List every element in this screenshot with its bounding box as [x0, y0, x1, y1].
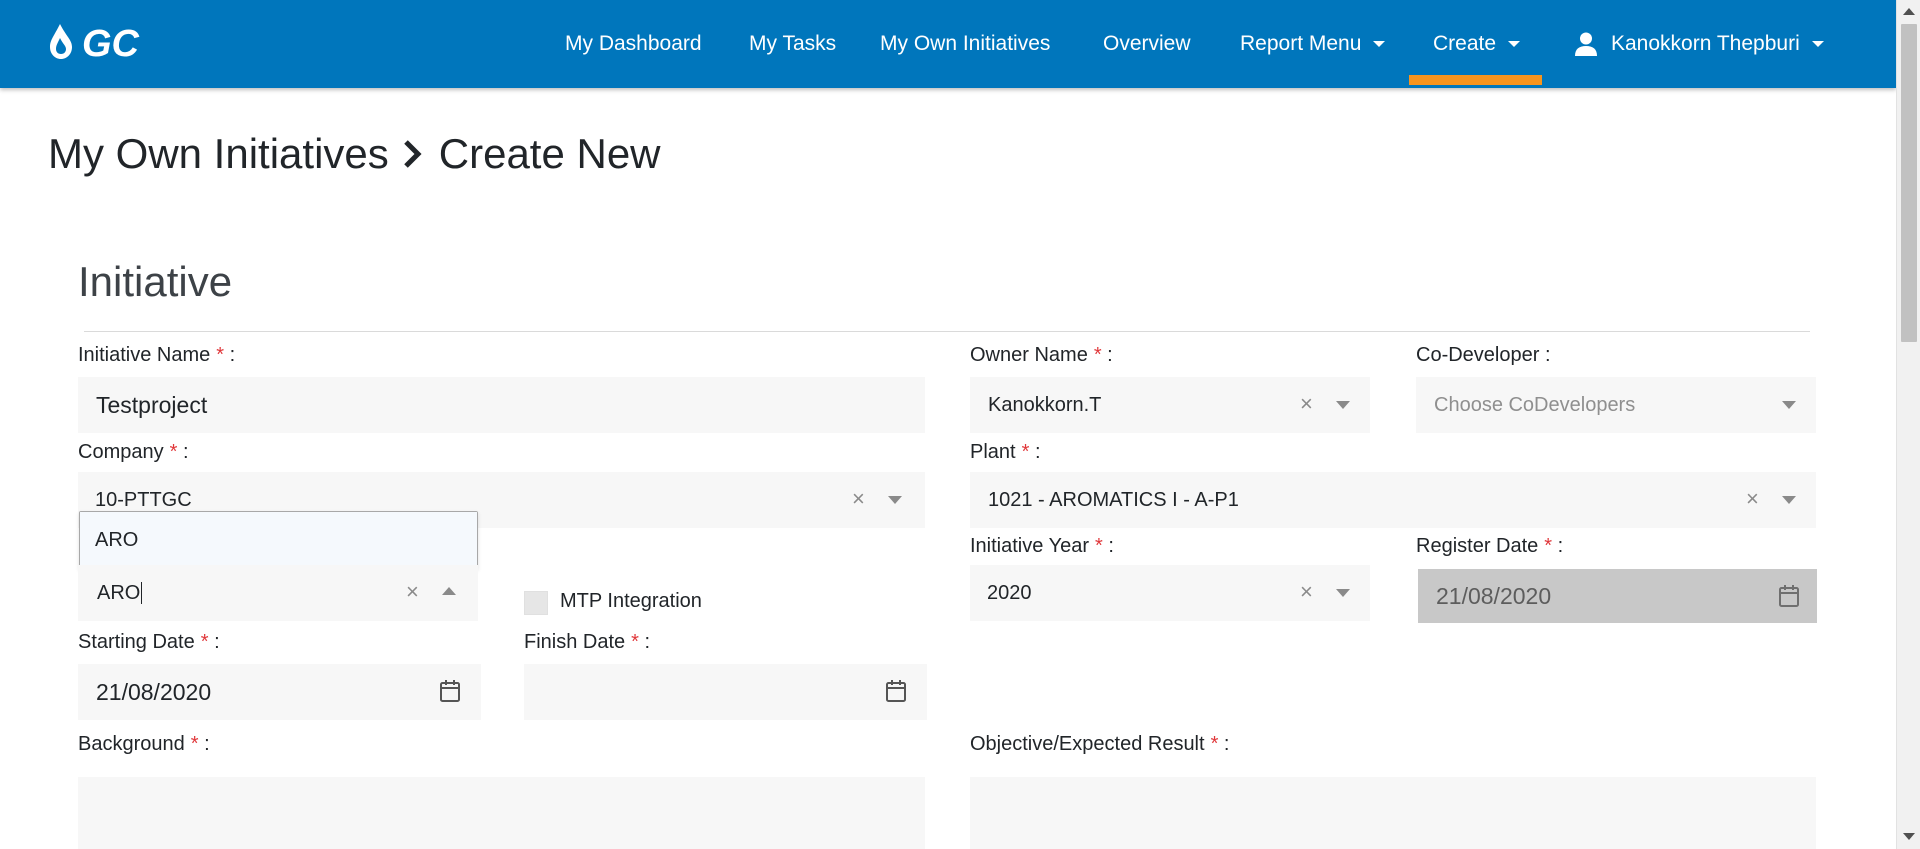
nav-my-own-initiatives-label: My Own Initiatives [880, 32, 1051, 55]
initiative-year-label: Initiative Year * : [970, 535, 1114, 557]
nav-overview[interactable]: Overview [1103, 0, 1191, 88]
co-developer-placeholder: Choose CoDevelopers [1434, 393, 1636, 416]
background-label: Background * : [78, 733, 210, 755]
breadcrumb-current: Create New [438, 130, 661, 177]
section-divider [84, 331, 1810, 332]
company-value: 10-PTTGC [95, 488, 192, 511]
chevron-down-icon[interactable] [1336, 589, 1350, 597]
nav-my-dashboard[interactable]: My Dashboard [565, 0, 702, 88]
gc-logo[interactable]: GC [48, 18, 180, 62]
organization-search-value: ARO [97, 581, 141, 604]
mtp-integration-checkbox[interactable] [524, 591, 548, 615]
register-date-input: 21/08/2020 [1418, 569, 1817, 623]
scroll-up-arrow-icon[interactable] [1903, 8, 1915, 15]
register-date-label: Register Date * : [1416, 535, 1564, 557]
user-name: Kanokkorn Thepburi [1611, 32, 1800, 55]
objective-label: Objective/Expected Result * : [970, 733, 1230, 755]
scrollbar-thumb[interactable] [1901, 24, 1917, 342]
top-navbar: GC My Dashboard My Tasks My Own Initiati… [0, 0, 1896, 88]
calendar-icon[interactable] [886, 680, 906, 702]
objective-textarea[interactable] [970, 777, 1816, 849]
chevron-down-icon[interactable] [1782, 496, 1796, 504]
owner-name-value: Kanokkorn.T [988, 393, 1102, 416]
company-label: Company * : [78, 441, 189, 463]
chevron-up-icon[interactable] [442, 587, 456, 595]
nav-report-menu-label: Report Menu [1240, 32, 1362, 55]
nav-create-label: Create [1433, 32, 1497, 55]
owner-name-select[interactable]: Kanokkorn.T × [970, 377, 1370, 433]
nav-my-tasks[interactable]: My Tasks [749, 0, 836, 88]
dropdown-option-label: ARO [95, 528, 139, 551]
user-icon [1575, 32, 1597, 56]
clear-icon[interactable]: × [1300, 579, 1313, 605]
starting-date-input[interactable]: 21/08/2020 [78, 664, 481, 720]
plant-label: Plant * : [970, 441, 1041, 463]
breadcrumb: My Own Initiatives Create New [48, 126, 661, 182]
nav-overview-label: Overview [1103, 32, 1191, 55]
initiative-year-select[interactable]: 2020 × [970, 565, 1370, 621]
plant-select[interactable]: 1021 - AROMATICS I - A-P1 × [970, 472, 1816, 528]
mtp-integration-label: MTP Integration [560, 590, 702, 612]
organization-dropdown-list: ARO [79, 511, 478, 569]
chevron-down-icon[interactable] [888, 496, 902, 504]
clear-icon[interactable]: × [406, 579, 419, 605]
initiative-name-value: Testproject [96, 391, 208, 418]
finish-date-label: Finish Date * : [524, 631, 651, 653]
nav-my-own-initiatives[interactable]: My Own Initiatives [880, 0, 1050, 88]
chevron-down-icon [1811, 41, 1824, 47]
register-date-value: 21/08/2020 [1436, 582, 1552, 609]
chevron-down-icon [1373, 41, 1386, 47]
nav-report-menu[interactable]: Report Menu [1240, 0, 1386, 88]
clear-icon[interactable]: × [1300, 391, 1313, 417]
active-nav-indicator [1409, 75, 1542, 85]
user-menu[interactable]: Kanokkorn Thepburi [1575, 0, 1824, 88]
calendar-icon [1779, 585, 1799, 607]
chevron-down-icon[interactable] [1782, 401, 1796, 409]
starting-date-value: 21/08/2020 [96, 678, 212, 705]
initiative-name-label: Initiative Name * : [78, 344, 236, 366]
chevron-down-icon[interactable] [1336, 401, 1350, 409]
plant-value: 1021 - AROMATICS I - A-P1 [988, 488, 1239, 511]
nav-my-dashboard-label: My Dashboard [565, 32, 702, 55]
nav-my-tasks-label: My Tasks [749, 32, 837, 55]
clear-icon[interactable]: × [1746, 486, 1759, 512]
section-title: Initiative [78, 258, 233, 305]
organization-search-input[interactable]: ARO × [78, 565, 478, 621]
dropdown-option[interactable]: ARO [80, 512, 477, 568]
owner-name-label: Owner Name * : [970, 344, 1113, 366]
starting-date-label: Starting Date * : [78, 631, 220, 653]
initiative-year-value: 2020 [987, 581, 1032, 604]
co-developer-select[interactable]: Choose CoDevelopers [1416, 377, 1816, 433]
initiative-name-input[interactable]: Testproject [78, 377, 925, 433]
text-cursor [141, 582, 143, 604]
background-textarea[interactable] [78, 777, 925, 849]
finish-date-input[interactable] [524, 664, 927, 720]
calendar-icon[interactable] [440, 680, 460, 702]
page-scrollbar[interactable] [1896, 0, 1920, 849]
breadcrumb-parent[interactable]: My Own Initiatives [48, 130, 389, 178]
svg-text:GC: GC [82, 23, 140, 62]
clear-icon[interactable]: × [852, 486, 865, 512]
co-developer-label: Co-Developer : [1416, 344, 1551, 366]
chevron-right-icon [403, 140, 422, 168]
chevron-down-icon [1508, 41, 1521, 47]
scroll-down-arrow-icon[interactable] [1903, 833, 1915, 840]
